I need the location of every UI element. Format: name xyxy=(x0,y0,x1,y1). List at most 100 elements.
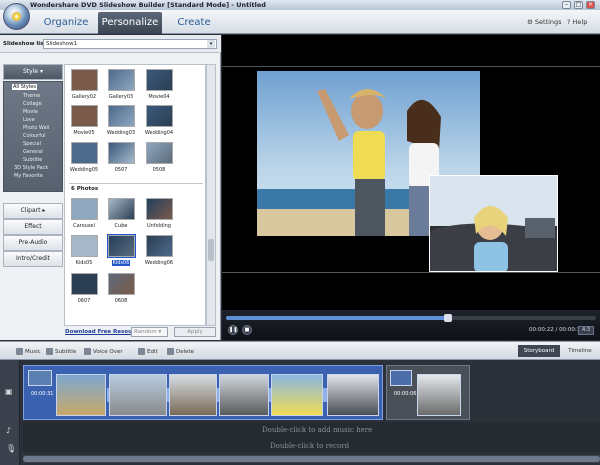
slide-frame[interactable] xyxy=(169,374,217,416)
style-thumbnail-caption: Unfolding xyxy=(139,223,179,229)
tab-create[interactable]: Create xyxy=(164,12,224,34)
style-item-subtitle[interactable]: Subtitle xyxy=(23,157,42,163)
style-thumbnail-wedding06[interactable] xyxy=(146,235,173,257)
storyboard-tab[interactable]: Storyboard xyxy=(518,345,560,357)
style-thumbnail-caption: Kids06 xyxy=(101,260,141,266)
slide-frame[interactable] xyxy=(56,374,106,416)
delete-button[interactable]: Delete xyxy=(167,348,194,355)
slide-thumbnail[interactable] xyxy=(28,370,52,386)
style-thumbnail-movie04[interactable] xyxy=(146,69,173,91)
style-thumbnail-wedding05[interactable] xyxy=(71,142,98,164)
style-item-love[interactable]: Love xyxy=(23,117,35,123)
slide-frame[interactable] xyxy=(271,374,323,416)
slide-thumbnail[interactable] xyxy=(390,370,412,386)
slide-frame[interactable] xyxy=(327,374,379,416)
subtitle-button[interactable]: Subtitle xyxy=(46,348,76,355)
player-controls: ❚❚ ■ 00:00:22 / 00:00:37 4:3 xyxy=(222,310,600,340)
section-divider xyxy=(69,183,203,184)
style-thumbnail-caption: 0507 xyxy=(101,167,141,173)
style-label: Style xyxy=(22,68,39,75)
style-item-3d-pack[interactable]: 3D Style Pack xyxy=(14,165,48,171)
style-thumbnail-caption: Gallery03 xyxy=(101,94,141,100)
style-item-general[interactable]: General xyxy=(23,149,43,155)
style-item-theme[interactable]: Theme xyxy=(23,93,40,99)
subtitle-icon xyxy=(46,348,53,355)
style-thumbnail-0507[interactable] xyxy=(108,142,135,164)
music-button[interactable]: Music xyxy=(16,348,41,355)
caption-text: Movie05 xyxy=(73,130,95,136)
style-button[interactable]: Style ▾ xyxy=(3,64,63,80)
music-label: Music xyxy=(25,349,41,355)
style-thumbnail-unfolding[interactable] xyxy=(146,198,173,220)
pre-audio-button[interactable]: Pre-Audio xyxy=(3,235,63,251)
random-dropdown[interactable]: Random ▾ xyxy=(131,327,168,337)
progress-knob[interactable] xyxy=(444,314,452,322)
help-label: Help xyxy=(572,18,588,26)
slide-frame[interactable] xyxy=(417,374,461,416)
style-thumbnail-caption: Kids05 xyxy=(65,260,104,266)
slideshow-track-2[interactable]: 00:00:06 xyxy=(386,365,470,420)
microphone-icon xyxy=(84,348,91,355)
scrollbar-thumb[interactable] xyxy=(208,239,214,261)
music-note-icon: ♪ xyxy=(6,426,12,435)
trash-icon xyxy=(167,348,174,355)
caption-text: Gallery03 xyxy=(108,94,134,100)
pause-button[interactable]: ❚❚ xyxy=(228,325,238,335)
preview-area xyxy=(222,35,600,340)
slideshow-list-dropdown[interactable]: Slideshow1 ▾ xyxy=(43,39,217,49)
settings-link[interactable]: ⚙ Settings xyxy=(527,18,562,26)
style-item-colourful[interactable]: Colourful xyxy=(23,133,46,139)
style-item-all[interactable]: All Styles xyxy=(12,84,37,90)
storyboard-scrollbar[interactable] xyxy=(23,455,600,463)
pause-icon: ❚❚ xyxy=(229,327,238,333)
music-icon xyxy=(16,348,23,355)
style-thumbnail-cube[interactable] xyxy=(108,198,135,220)
style-list: All Styles Theme Collage Movie Love Phot… xyxy=(3,81,63,192)
clipart-button[interactable]: Clipart ▸ xyxy=(3,203,63,219)
maximize-button[interactable]: □ xyxy=(574,1,583,9)
subtitle-label: Subtitle xyxy=(55,349,77,355)
voice-over-button[interactable]: Voice Over xyxy=(84,348,123,355)
style-thumbnail-0607[interactable] xyxy=(71,273,98,295)
edit-button[interactable]: Edit xyxy=(138,348,158,355)
effect-button[interactable]: Effect xyxy=(3,219,63,235)
title-bar: Wondershare DVD Slideshow Builder [Stand… xyxy=(0,0,600,10)
style-item-special[interactable]: Special xyxy=(23,141,41,147)
style-item-movie[interactable]: Movie xyxy=(23,109,38,115)
pencil-icon xyxy=(138,348,145,355)
style-thumbnail-carousel[interactable] xyxy=(71,198,98,220)
progress-bar[interactable] xyxy=(226,314,596,322)
style-item-photo-wall[interactable]: Photo Wall xyxy=(23,125,49,131)
grid-scrollbar[interactable] xyxy=(206,64,216,326)
style-thumbnail-kids05[interactable] xyxy=(71,235,98,257)
stop-button[interactable]: ■ xyxy=(242,325,252,335)
slide-frame[interactable] xyxy=(219,374,269,416)
style-item-favorite[interactable]: My Favorite xyxy=(14,173,43,179)
style-thumbnail-0508[interactable] xyxy=(146,142,173,164)
edit-label: Edit xyxy=(147,349,158,355)
style-thumbnail-movie05[interactable] xyxy=(71,105,98,127)
scrollbar-thumb[interactable] xyxy=(23,456,600,462)
style-thumbnail-kids06[interactable] xyxy=(107,234,136,258)
help-link[interactable]: ? Help xyxy=(567,18,587,26)
apply-button[interactable]: Apply xyxy=(174,327,216,337)
style-thumbnail-gallery03[interactable] xyxy=(108,69,135,91)
aspect-ratio-button[interactable]: 4:3 xyxy=(578,326,594,335)
slide-frame[interactable] xyxy=(109,374,167,416)
chevron-down-icon: ▾ xyxy=(39,68,43,75)
tab-personalize[interactable]: Personalize xyxy=(98,12,162,34)
style-thumbnail-caption: Gallery02 xyxy=(65,94,104,100)
style-thumbnail-wedding04[interactable] xyxy=(146,105,173,127)
slideshow-track[interactable]: 00:00:31 xyxy=(23,365,383,420)
minimize-button[interactable]: – xyxy=(562,1,571,9)
style-thumbnail-0608[interactable] xyxy=(108,273,135,295)
timeline-tab[interactable]: Timeline xyxy=(562,345,598,357)
style-thumbnail-gallery02[interactable] xyxy=(71,69,98,91)
style-item-collage[interactable]: Collage xyxy=(23,101,42,107)
resource-bar: Download Free Resource Random ▾ Apply xyxy=(64,327,219,339)
intro-credit-button[interactable]: Intro/Credit xyxy=(3,251,63,267)
caption-text: Movie04 xyxy=(148,94,170,100)
style-thumbnail-wedding03[interactable] xyxy=(108,105,135,127)
close-button[interactable]: × xyxy=(586,1,595,9)
tab-organize[interactable]: Organize xyxy=(36,12,96,34)
